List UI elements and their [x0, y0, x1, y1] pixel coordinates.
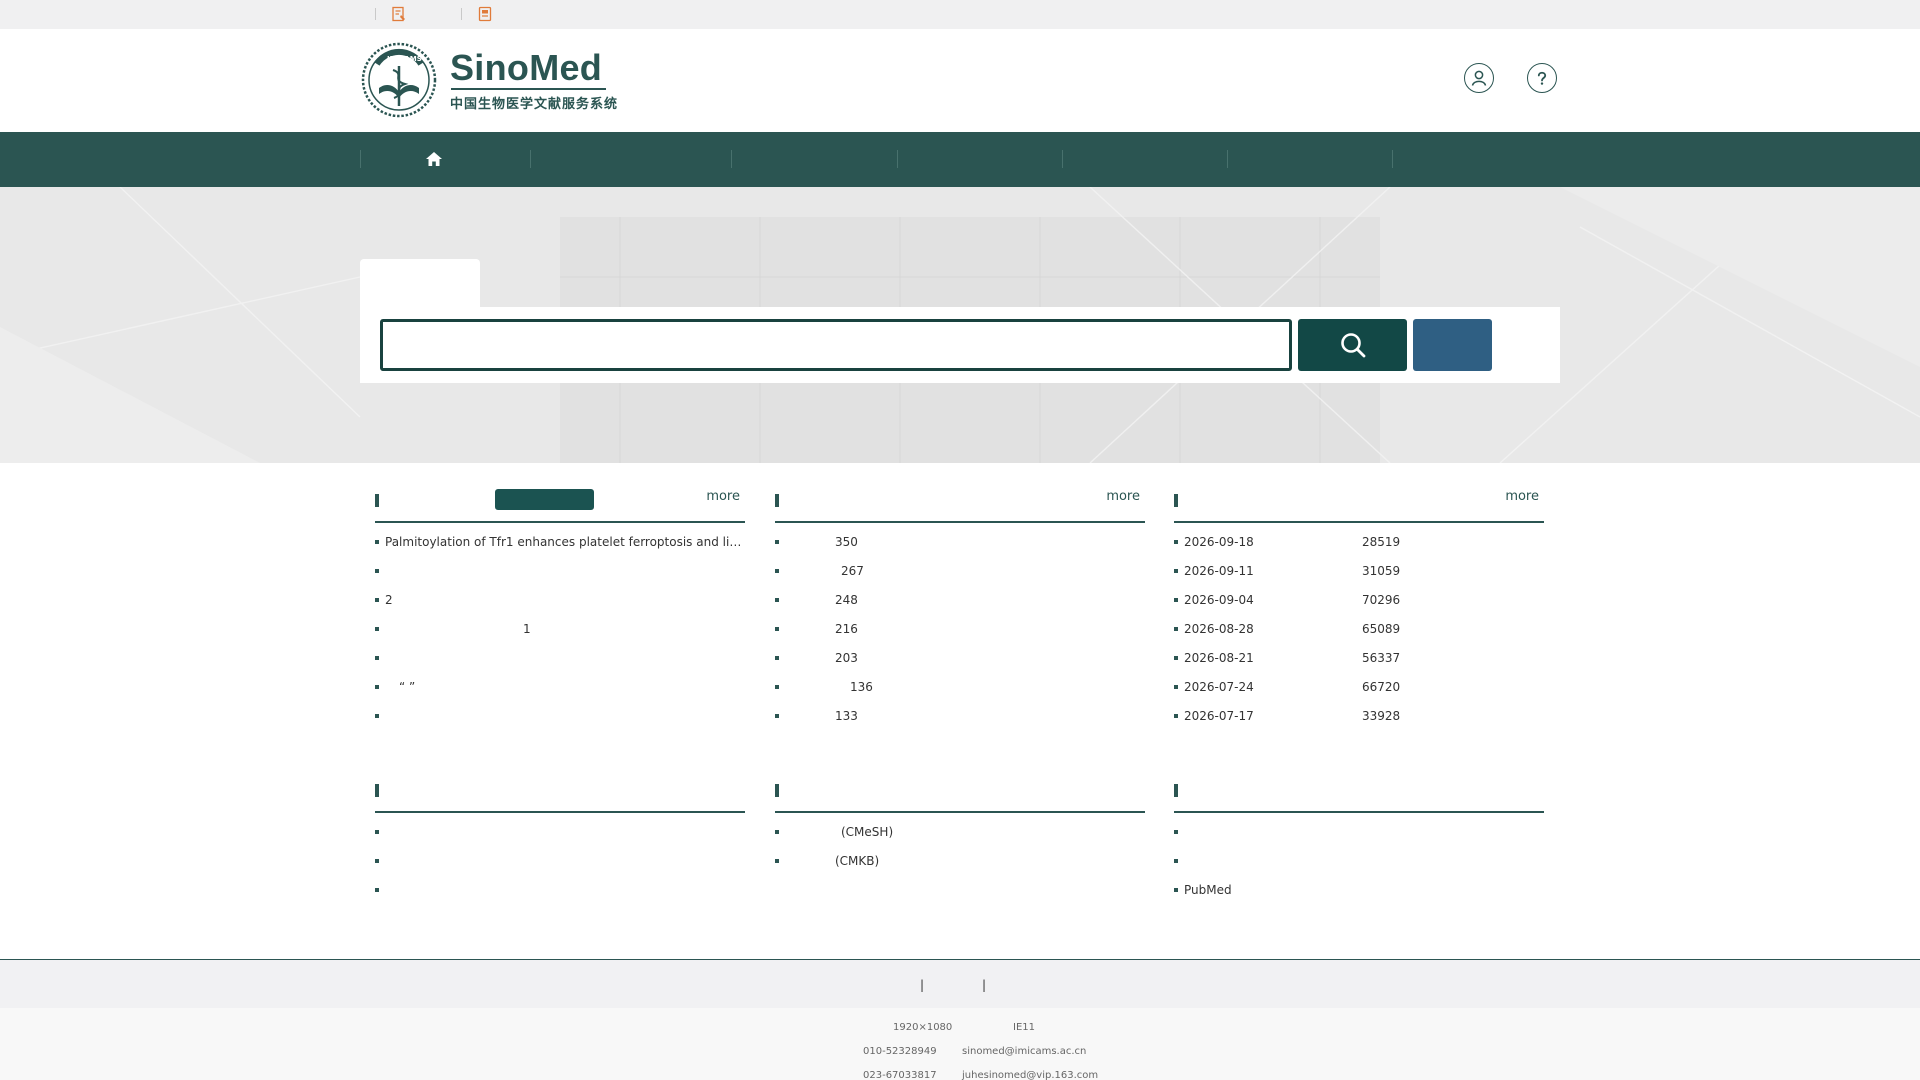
panel-marker — [1174, 494, 1178, 507]
nav-item[interactable] — [898, 132, 1062, 187]
main-nav — [0, 132, 1920, 187]
list-item[interactable]: (CMKB) — [775, 852, 1145, 881]
help-button[interactable] — [1527, 63, 1557, 93]
site-header: IMICAMS SinoMed 中国生物医学文献服务系统 — [0, 29, 1920, 132]
search-input[interactable] — [380, 319, 1292, 371]
footer-resolution: 1920×1080 — [893, 1022, 953, 1033]
logo-subtitle: 中国生物医学文献服务系统 — [450, 97, 619, 112]
list-item[interactable]: “ ” — [375, 678, 745, 707]
footer-separator: | — [920, 978, 925, 992]
updates-list: 2026-09-18 28519 2026-09-11 31059 2026-09-… — [1174, 533, 1544, 736]
svg-text:IMICAMS: IMICAMS — [387, 55, 422, 63]
resources-panel — [375, 779, 745, 910]
list-item[interactable]: 2026-08-28 65089 — [1174, 620, 1544, 649]
logo-underline — [451, 88, 606, 90]
tools-list: (CMeSH) (CMKB) — [775, 823, 1145, 881]
document-edit-icon[interactable] — [391, 6, 407, 22]
nav-item[interactable] — [1063, 132, 1227, 187]
list-item[interactable]: 267 — [775, 562, 1145, 591]
panel-header: more — [775, 489, 1145, 523]
footer-email[interactable]: sinomed@imicams.ac.cn — [962, 1046, 1086, 1057]
search-icon — [1340, 333, 1365, 358]
panel-header — [1174, 779, 1544, 813]
list-item[interactable]: 2026-09-11 31059 — [1174, 562, 1544, 591]
panel-marker — [375, 494, 379, 507]
list-item[interactable] — [375, 852, 745, 881]
more-link[interactable]: more — [1106, 489, 1140, 504]
footer-phone: 010-52328949 — [863, 1046, 937, 1057]
panel-marker — [775, 784, 779, 797]
question-mark-icon — [1537, 71, 1547, 85]
top-divider — [461, 8, 462, 20]
panel-tab-active[interactable] — [495, 489, 594, 510]
top-divider — [375, 8, 376, 20]
links-list: PubMed — [1174, 823, 1544, 910]
list-item[interactable]: 133 — [775, 707, 1145, 736]
list-item[interactable]: (CMeSH) — [775, 823, 1145, 852]
list-item[interactable]: 2026-07-24 66720 — [1174, 678, 1544, 707]
list-item[interactable]: Palmitoylation of Tfr1 enhances platelet… — [375, 533, 745, 562]
footer-browser: IE11 — [1013, 1022, 1035, 1033]
list-item[interactable]: 2026-07-17 33928 — [1174, 707, 1544, 736]
list-item[interactable]: 2026-09-18 28519 — [1174, 533, 1544, 562]
nav-item[interactable] — [732, 132, 897, 187]
list-item[interactable] — [375, 649, 745, 678]
list-item[interactable]: 2026-09-04 70296 — [1174, 591, 1544, 620]
panel-marker — [775, 494, 779, 507]
updates-panel: more 2026-09-18 28519 2026-09-11 31059 202… — [1174, 489, 1544, 736]
panel-header — [775, 779, 1145, 813]
home-icon — [426, 152, 442, 166]
resources-list — [375, 823, 745, 910]
nav-item[interactable] — [1228, 132, 1392, 187]
panel-header: more — [375, 489, 745, 523]
book-icon[interactable] — [477, 6, 493, 22]
top-strip — [0, 0, 1920, 29]
user-account-button[interactable] — [1464, 63, 1494, 93]
user-icon — [1471, 70, 1487, 86]
list-item[interactable] — [375, 881, 745, 910]
list-item[interactable]: 203 — [775, 649, 1145, 678]
list-item[interactable]: 2026-08-21 56337 — [1174, 649, 1544, 678]
more-link[interactable]: more — [1505, 489, 1539, 504]
list-item[interactable]: 136 — [775, 678, 1145, 707]
list-item[interactable] — [375, 562, 745, 591]
list-item[interactable]: 248 — [775, 591, 1145, 620]
more-link[interactable]: more — [706, 489, 740, 504]
nav-item[interactable] — [531, 132, 731, 187]
panel-header — [375, 779, 745, 813]
tools-panel: (CMeSH) (CMKB) — [775, 779, 1145, 881]
panel-marker — [375, 784, 379, 797]
footer-email[interactable]: juhesinomed@vip.163.com — [962, 1070, 1098, 1080]
ranking-panel: more 350 267 248 216 203 136 133 — [775, 489, 1145, 736]
list-item[interactable]: PubMed — [1174, 881, 1544, 910]
list-item[interactable] — [375, 707, 745, 736]
list-item[interactable]: 1 — [375, 620, 745, 649]
list-item[interactable]: 216 — [775, 620, 1145, 649]
panel-marker — [1174, 784, 1178, 797]
list-item[interactable] — [375, 823, 745, 852]
search-button[interactable] — [1298, 319, 1407, 371]
footer-separator: | — [982, 978, 987, 992]
panel-header: more — [1174, 489, 1544, 523]
imicams-seal-logo[interactable]: IMICAMS — [361, 42, 437, 118]
footer-info: 1920×1080 IE11 010-52328949 sinomed@imic… — [0, 1008, 1920, 1080]
ranking-list: 350 267 248 216 203 136 133 — [775, 533, 1145, 736]
nav-item[interactable] — [1393, 132, 1557, 187]
articles-panel: more Palmitoylation of Tfr1 enhances pla… — [375, 489, 745, 736]
logo-title[interactable]: SinoMed — [450, 47, 602, 89]
nav-home[interactable] — [421, 146, 447, 172]
footer-phone: 023-67033817 — [863, 1070, 937, 1080]
list-item[interactable] — [1174, 852, 1544, 881]
footer-links: | | — [0, 960, 1920, 1008]
article-list: Palmitoylation of Tfr1 enhances platelet… — [375, 533, 745, 736]
search-hero — [0, 187, 1920, 463]
nav-divider — [360, 150, 361, 168]
search-tab-active[interactable] — [360, 259, 480, 307]
links-panel: PubMed — [1174, 779, 1544, 910]
search-panel — [360, 307, 1560, 383]
list-item[interactable]: 2 — [375, 591, 745, 620]
list-item[interactable]: 350 — [775, 533, 1145, 562]
advanced-search-button[interactable] — [1413, 319, 1492, 371]
list-item[interactable] — [1174, 823, 1544, 852]
